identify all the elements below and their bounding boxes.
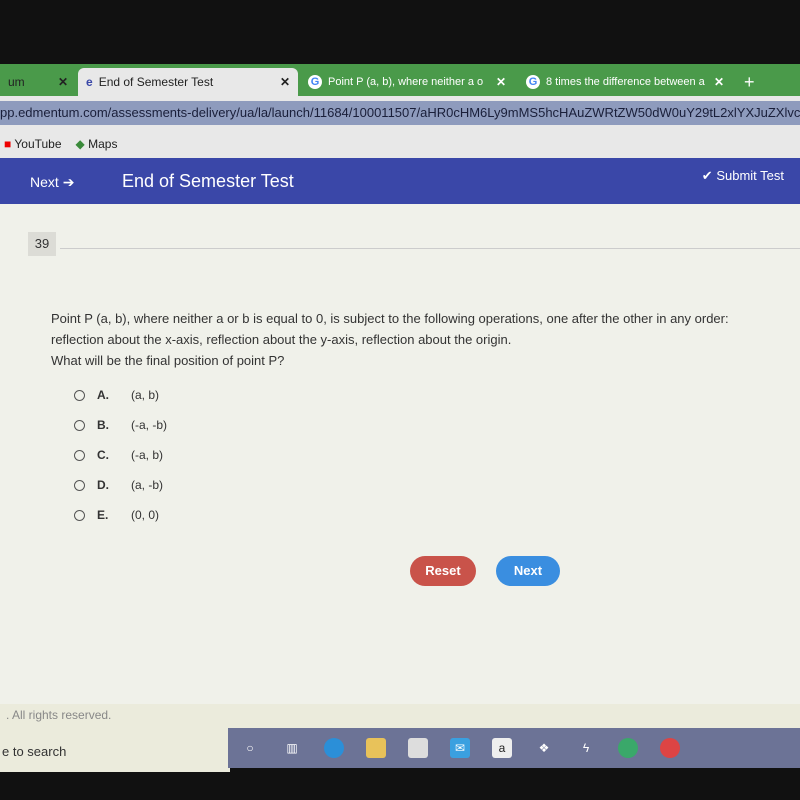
option-value: (0, 0): [131, 508, 160, 522]
tab-bar: um ✕ e End of Semester Test ✕ G Point P (a, …: [0, 64, 800, 96]
bookmark-label: Maps: [88, 137, 118, 151]
bookmarks-bar: ■ YouTube ◆ Maps: [0, 130, 800, 158]
close-icon[interactable]: ✕: [58, 75, 68, 89]
page-title: End of Semester Test: [122, 171, 294, 191]
file-explorer-icon[interactable]: [366, 738, 386, 758]
youtube-icon: ■: [4, 137, 12, 151]
radio-button[interactable]: [74, 509, 85, 521]
google-icon: G: [308, 75, 322, 89]
tab-google-8-times[interactable]: G 8 times the difference between a ✕: [518, 68, 732, 96]
store-icon[interactable]: [408, 738, 428, 758]
question-number: 39: [28, 232, 56, 256]
question-body: Point P (a, b), where neither a or b is …: [51, 311, 729, 347]
edge-beta-icon[interactable]: [618, 738, 638, 758]
check-circle-icon: ✔: [701, 168, 713, 183]
option-value: (-a, b): [131, 448, 164, 462]
tab-label: End of Semester Test: [98, 75, 214, 89]
radio-button[interactable]: [74, 449, 85, 461]
option-value: (a, b): [131, 388, 160, 402]
tab-end-of-semester-test[interactable]: e End of Semester Test ✕: [78, 68, 298, 96]
tab-label: 8 times the difference between a: [546, 76, 705, 88]
google-icon: G: [526, 75, 540, 89]
edge-icon[interactable]: [324, 738, 344, 758]
next-label: Next: [30, 174, 59, 190]
tab-label: Point P (a, b), where neither a or: [328, 76, 483, 88]
arrow-right-circle-icon: ➔: [62, 174, 75, 190]
close-icon[interactable]: ✕: [496, 75, 506, 89]
edmentum-icon: e: [86, 75, 93, 89]
question-text: Point P (a, b), where neither a or b is …: [51, 308, 771, 371]
copyright-text: . All rights reserved.: [6, 708, 112, 722]
app-icon[interactable]: ϟ: [576, 738, 596, 758]
bookmark-label: YouTube: [14, 137, 62, 151]
submit-label: Submit Test: [716, 168, 784, 183]
reset-button[interactable]: Reset: [410, 556, 476, 586]
option-value: (a, -b): [131, 478, 164, 492]
amazon-icon[interactable]: a: [492, 738, 512, 758]
tab-google-point-p[interactable]: G Point P (a, b), where neither a or ✕: [300, 68, 514, 96]
address-bar[interactable]: pp.edmentum.com/assessments-delivery/ua/…: [0, 101, 800, 125]
tab-label: um: [8, 75, 25, 89]
close-icon[interactable]: ✕: [280, 75, 290, 89]
taskbar: ○ ▥ ✉ a ❖ ϟ: [228, 728, 800, 768]
radio-button[interactable]: [74, 479, 85, 491]
radio-button[interactable]: [74, 419, 85, 431]
radio-button[interactable]: [74, 389, 85, 401]
option-c[interactable]: C. (-a, b): [74, 448, 163, 462]
close-icon[interactable]: ✕: [714, 75, 724, 89]
option-letter: E.: [97, 508, 109, 522]
task-view-icon[interactable]: ▥: [282, 738, 302, 758]
bookmark-youtube[interactable]: ■ YouTube: [4, 137, 62, 151]
option-e[interactable]: E. (0, 0): [74, 508, 159, 522]
new-tab-button[interactable]: +: [736, 68, 763, 96]
mail-icon[interactable]: ✉: [450, 738, 470, 758]
maps-icon: ◆: [75, 137, 85, 151]
cortana-icon[interactable]: ○: [240, 738, 260, 758]
dropbox-icon[interactable]: ❖: [534, 738, 554, 758]
option-letter: C.: [97, 448, 109, 462]
chrome-icon[interactable]: [660, 738, 680, 758]
submit-test-button[interactable]: ✔ Submit Test: [702, 168, 784, 184]
option-b[interactable]: B. (-a, -b): [74, 418, 167, 432]
main-content: 39 Point P (a, b), where neither a or b …: [0, 204, 800, 704]
option-letter: B.: [97, 418, 109, 432]
address-bar-container: pp.edmentum.com/assessments-delivery/ua/…: [0, 96, 800, 130]
option-a[interactable]: A. (a, b): [74, 388, 159, 402]
header-next-button[interactable]: Next ➔: [30, 174, 74, 191]
bookmark-maps[interactable]: ◆ Maps: [76, 137, 118, 151]
test-header: Next ➔ End of Semester Test ✔ Submit Tes…: [0, 158, 800, 204]
next-button[interactable]: Next: [496, 556, 560, 586]
option-value: (-a, -b): [131, 418, 167, 432]
question-prompt: What will be the final position of point…: [51, 353, 285, 368]
tab-edmentum[interactable]: um ✕: [0, 68, 76, 96]
option-d[interactable]: D. (a, -b): [74, 478, 163, 492]
option-letter: D.: [97, 478, 109, 492]
taskbar-search[interactable]: e to search: [0, 736, 230, 772]
option-letter: A.: [97, 388, 109, 402]
divider: [60, 248, 800, 249]
